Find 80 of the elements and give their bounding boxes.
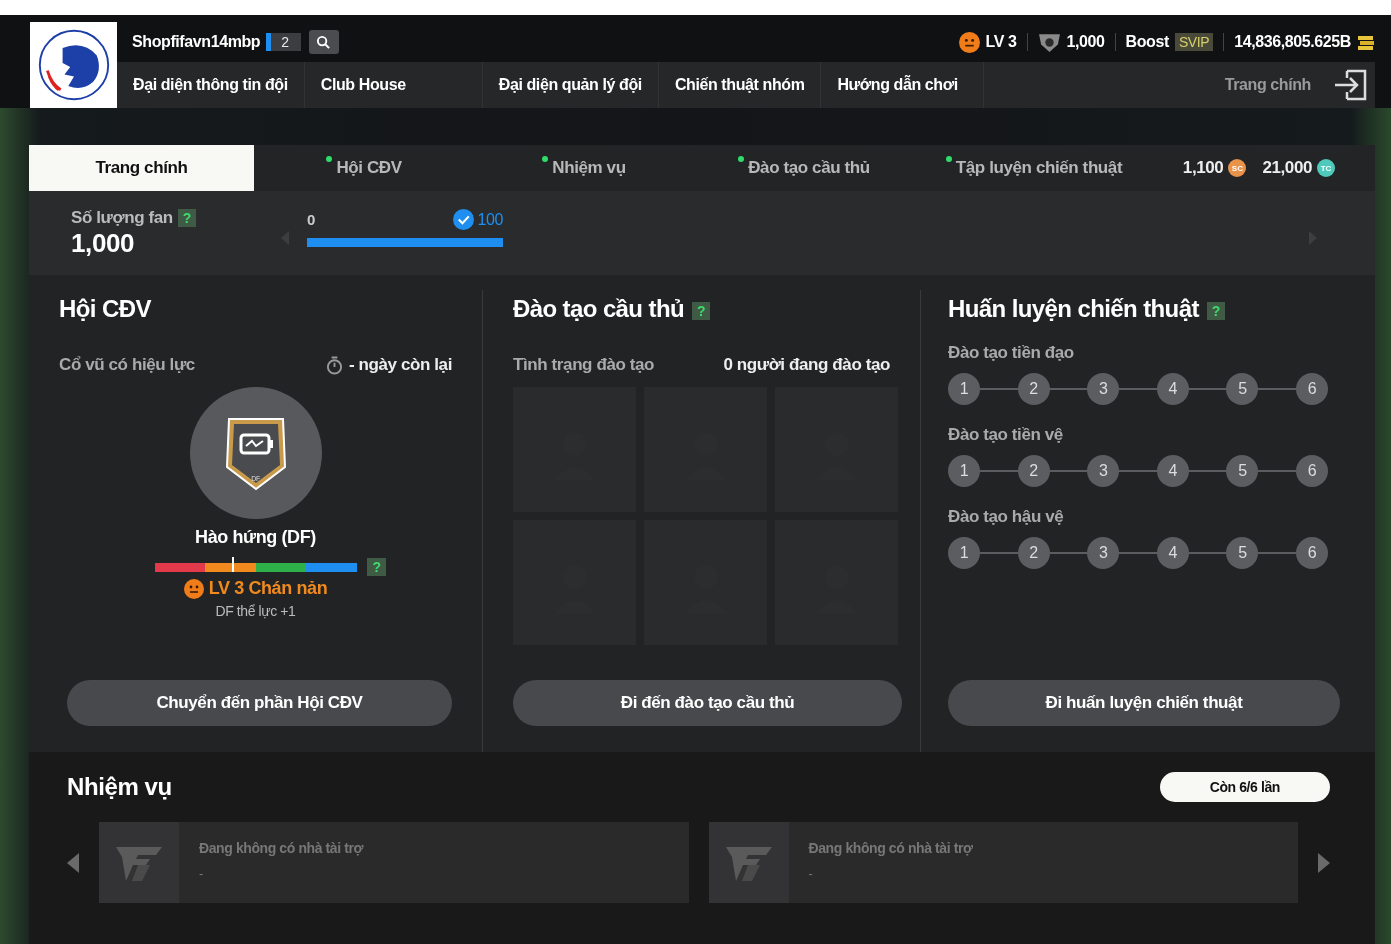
tab[interactable]: Trang chính [29,145,254,191]
section-title: Hội CĐV [59,295,153,323]
step-node: 3 [1087,455,1120,487]
shield-icon [1037,31,1061,53]
nav-item[interactable]: Đại diện thông tin đội [117,62,305,108]
remaining-pill: Còn 6/6 lần [1159,772,1330,802]
username: Shopfifavn14mbp [132,33,261,51]
days-remaining: - ngày còn lại [348,355,452,375]
progress-max: 100 [477,210,503,229]
step-node: 1 [948,455,980,487]
step-node: 3 [1087,373,1120,405]
step-node: 6 [1295,373,1328,405]
face-icon [183,578,204,599]
step-node: 5 [1226,537,1259,569]
stopwatch-icon [325,355,343,375]
step-node: 6 [1295,537,1328,569]
home-link[interactable]: Trang chính [1224,76,1311,94]
effect-name: Hào hứng (DF) [194,527,317,548]
tab[interactable]: Nhiệm vụ [474,145,694,191]
fan-count-label: Số lượng fan [71,207,173,228]
section-title: Huấn luyện chiến thuật [948,295,1199,323]
sponsor-status: Đang không có nhà tài trợ [808,840,973,856]
coin-icon: TC [1317,159,1335,177]
tab[interactable]: Hội CĐV [254,145,474,191]
training-group-label: Đào tạo tiền vệ [948,425,1064,445]
search-icon [316,34,332,50]
fan-count: 1,000 [1066,33,1105,51]
search-button[interactable] [308,30,339,54]
nav-item[interactable]: Hướng dẫn chơi [821,62,985,108]
step-node: 5 [1226,373,1259,405]
step-node: 1 [948,537,980,569]
sponsor-status: Đang không có nhà tài trợ [199,840,364,856]
step-node: 4 [1156,537,1189,569]
fan-club-button[interactable]: Chuyển đến phần Hội CĐV [67,680,452,726]
section-title: Nhiệm vụ [67,773,172,801]
training-group-label: Đào tạo hậu vệ [948,507,1065,527]
tab[interactable]: Tập luyện chiến thuật [914,145,1154,191]
step-node: 5 [1226,455,1259,487]
vip-badge: SVIP [1174,33,1214,51]
sponsor-detail: - [808,866,814,881]
currency-amount: 21,000 [1262,158,1312,178]
training-button[interactable]: Đi đến đào tạo cầu thủ [513,680,902,726]
level-label: LV 3 [985,33,1017,51]
step-node: 4 [1156,455,1189,487]
coins-icon [1357,34,1375,50]
step-node: 3 [1087,537,1120,569]
coin-icon: SC [1228,159,1247,177]
mood-level: LV 3 Chán nản [208,578,328,599]
step-node: 6 [1295,455,1328,487]
step-node: 4 [1156,373,1189,405]
bonus-text: DF thể lực +1 [214,603,297,619]
step-node: 2 [1017,373,1050,405]
tab[interactable]: Đào tạo cầu thủ [694,145,914,191]
boost-label: Boost [1125,33,1169,51]
step-node: 2 [1017,537,1050,569]
section-title: Đào tạo cầu thủ [513,295,684,323]
help-badge[interactable]: ? [692,301,711,320]
exit-icon[interactable] [1333,69,1367,101]
nav-item[interactable]: Club House [304,62,483,108]
step-node: 1 [948,373,980,405]
nav-item[interactable]: Chiến thuật nhóm [658,62,822,108]
currency-amount: 1,100 [1182,158,1224,178]
help-badge[interactable]: ? [367,558,386,576]
sponsor-detail: - [199,866,204,881]
status-label: Tình trạng đào tạo [513,355,655,375]
right-arrow-icon[interactable] [1318,852,1330,873]
step-node: 2 [1017,455,1050,487]
training-group-label: Đào tạo tiền đạo [948,343,1075,363]
status-label: Cổ vũ có hiệu lực [59,355,195,375]
left-arrow-icon[interactable] [67,852,79,873]
fan-count-value: 1,000 [71,227,136,259]
balance: 14,836,805.625B [1234,33,1351,51]
tactics-button[interactable]: Đi huấn luyện chiến thuật [948,680,1340,726]
training-count: 0 người đang đào tạo [723,355,890,375]
progress-min: 0 [307,211,315,228]
help-badge[interactable]: ? [1206,301,1225,320]
count-badge: 2 [266,33,301,51]
nav-item[interactable]: Đại diện quản lý đội [482,62,659,108]
help-badge[interactable]: ? [177,208,196,227]
face-icon [958,31,980,53]
